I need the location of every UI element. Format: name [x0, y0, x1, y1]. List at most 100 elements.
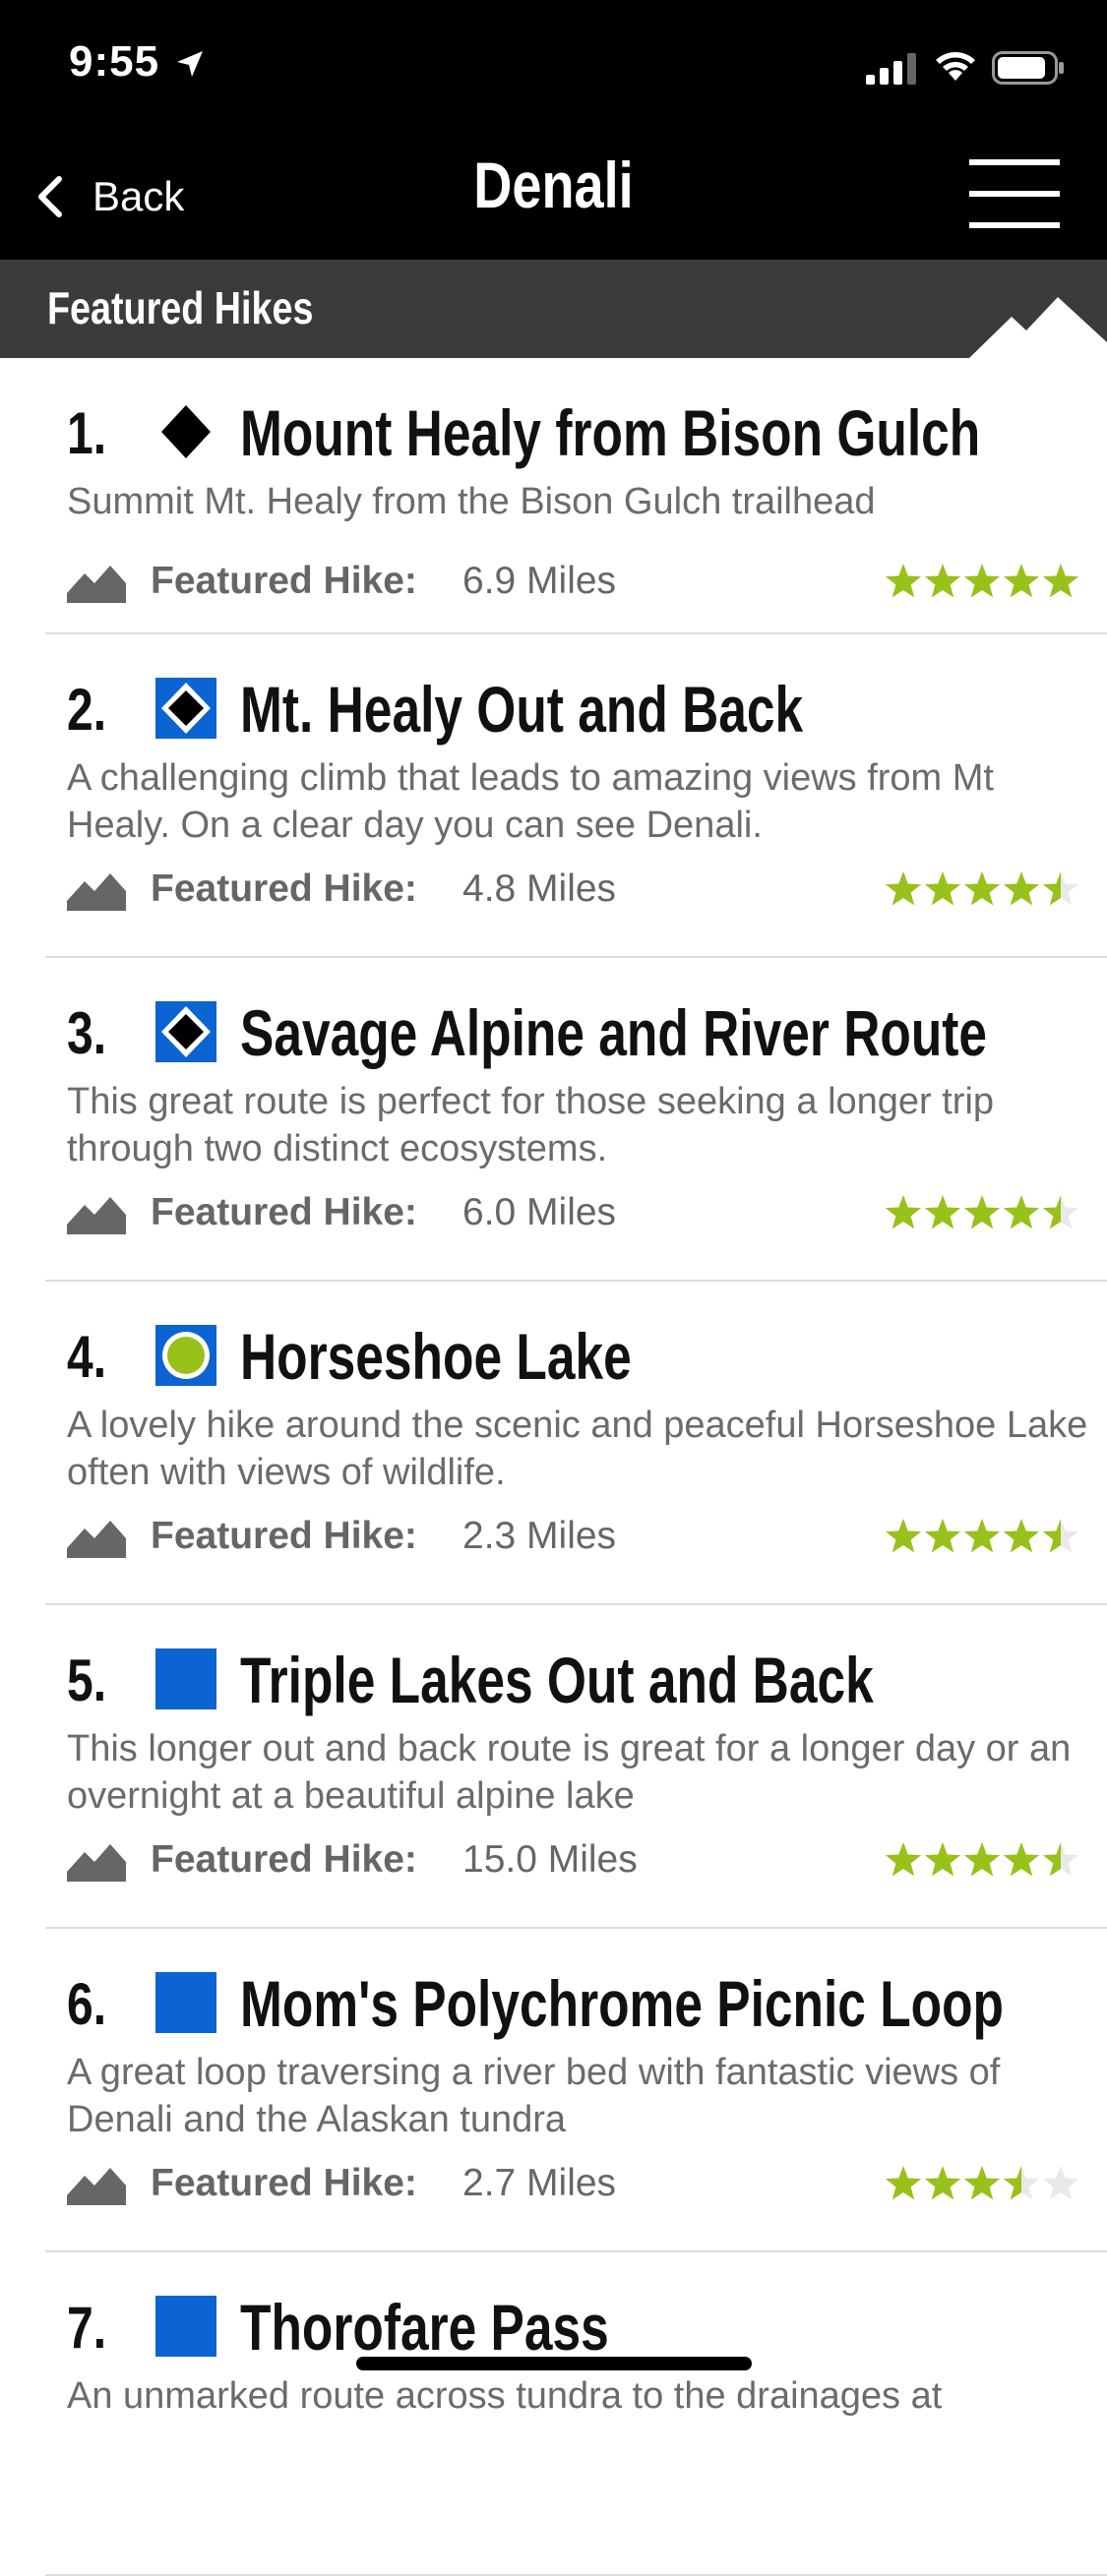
- hike-list-item[interactable]: 2. Mt. Healy Out and Back A challenging cl…: [45, 634, 1107, 958]
- hike-description: A challenging climb that leads to amazin…: [67, 757, 994, 846]
- status-bar: 9:55: [0, 0, 1107, 130]
- star-full-icon: [963, 1842, 1001, 1877]
- star-full-icon: [963, 1519, 1001, 1553]
- home-indicator[interactable]: [356, 2357, 752, 2370]
- hike-distance: 2.7 Miles: [462, 2162, 617, 2204]
- hike-list-item[interactable]: 4. Horseshoe Lake A lovely hike around the…: [45, 1282, 1107, 1605]
- hike-meta: Featured Hike: 15.0 Miles: [67, 1836, 1080, 1886]
- hike-number: 7.: [67, 2295, 107, 2361]
- status-time: 9:55: [69, 37, 160, 86]
- hike-name: Savage Alpine and River Route: [240, 996, 988, 1069]
- star-full-icon: [924, 1195, 961, 1229]
- star-rating: [885, 1195, 1079, 1229]
- mountain-decoration-icon: [969, 297, 1107, 358]
- hike-description: An unmarked route across tundra to the d…: [67, 2375, 943, 2417]
- star-rating: [885, 1842, 1079, 1877]
- hamburger-icon-line: [969, 159, 1060, 165]
- hike-description: A great loop traversing a river bed with…: [67, 2052, 1001, 2140]
- star-full-icon: [924, 871, 961, 906]
- star-rating: [885, 2166, 1079, 2200]
- hike-name: Thorofare Pass: [240, 2291, 609, 2364]
- section-header: Featured Hikes: [0, 260, 1107, 358]
- hike-distance: 2.3 Miles: [462, 1515, 617, 1557]
- hike-number: 4.: [67, 1324, 107, 1390]
- star-full-icon: [1003, 1519, 1040, 1553]
- difficulty-green-blue-icon: [155, 1325, 216, 1386]
- menu-button[interactable]: [969, 159, 1060, 228]
- hike-meta: Featured Hike: 6.0 Miles: [67, 1189, 1080, 1238]
- hike-name: Horseshoe Lake: [240, 1320, 632, 1393]
- page-title: Denali: [473, 149, 634, 221]
- hike-number: 5.: [67, 1647, 107, 1713]
- hike-number: 6.: [67, 1971, 107, 2037]
- hike-list-item[interactable]: 6. Mom's Polychrome Picnic Loop A great lo…: [45, 1929, 1107, 2252]
- difficulty-blue-icon: [155, 1648, 216, 1709]
- navigation-bar: Back Denali: [0, 130, 1107, 260]
- hike-meta: Featured Hike: 6.9 Miles: [67, 558, 1080, 607]
- star-full-icon: [924, 2166, 961, 2200]
- mountain-icon: [67, 2168, 126, 2205]
- star-full-icon: [963, 2166, 1001, 2200]
- hike-list-item[interactable]: 5. Triple Lakes Out and Back This longer o…: [45, 1605, 1107, 1929]
- star-full-icon: [1003, 564, 1040, 598]
- star-full-icon: [885, 2166, 922, 2200]
- star-full-icon: [1003, 1842, 1040, 1877]
- difficulty-blue-black-icon: [155, 1001, 216, 1062]
- star-rating: [885, 871, 1079, 906]
- hike-description: This longer out and back route is great …: [67, 1728, 1072, 1817]
- mountain-icon: [67, 1844, 126, 1882]
- battery-icon: [992, 51, 1064, 85]
- star-full-icon: [885, 564, 922, 598]
- star-full-icon: [924, 564, 961, 598]
- hike-meta: Featured Hike: 4.8 Miles: [67, 866, 1080, 915]
- featured-hike-label: Featured Hike:: [151, 868, 417, 910]
- mountain-icon: [67, 873, 126, 911]
- star-full-icon: [885, 871, 922, 906]
- mountain-icon: [67, 1197, 126, 1234]
- chevron-left-icon: [38, 176, 62, 217]
- star-full-icon: [963, 871, 1001, 906]
- hike-list-item[interactable]: 3. Savage Alpine and River Route This grea…: [45, 958, 1107, 1282]
- hike-list: 1. Mount Healy from Bison Gulch Summit Mt.…: [0, 358, 1107, 2576]
- star-rating: [885, 564, 1079, 598]
- featured-hike-label: Featured Hike:: [151, 560, 417, 602]
- hike-list-item[interactable]: 1. Mount Healy from Bison Gulch Summit Mt.…: [45, 358, 1107, 634]
- location-arrow-icon: [177, 51, 203, 77]
- star-full-icon: [885, 1842, 922, 1877]
- star-full-icon: [963, 564, 1001, 598]
- hike-distance: 4.8 Miles: [462, 868, 617, 910]
- star-full-icon: [1003, 1195, 1040, 1229]
- hike-number: 3.: [67, 1000, 107, 1066]
- wifi-icon: [936, 52, 975, 81]
- star-full-icon: [885, 1519, 922, 1553]
- star-full-icon: [924, 1519, 961, 1553]
- hike-list-item[interactable]: 7. Thorofare Pass An unmarked route across…: [45, 2252, 1107, 2576]
- featured-hike-label: Featured Hike:: [151, 2162, 417, 2204]
- star-empty-icon: [1042, 2166, 1079, 2200]
- difficulty-blue-black-icon: [155, 678, 216, 739]
- hike-name: Mom's Polychrome Picnic Loop: [240, 1967, 1005, 2040]
- hike-description: Summit Mt. Healy from the Bison Gulch tr…: [67, 481, 876, 522]
- hike-distance: 6.9 Miles: [462, 560, 617, 602]
- hamburger-icon-line: [969, 191, 1060, 197]
- star-full-icon: [924, 1842, 961, 1877]
- star-full-icon: [885, 1195, 922, 1229]
- featured-hike-label: Featured Hike:: [151, 1515, 417, 1557]
- difficulty-black-diamond-icon: [161, 405, 211, 458]
- hamburger-icon-line: [969, 222, 1060, 228]
- mountain-icon: [67, 566, 126, 603]
- featured-hike-label: Featured Hike:: [151, 1838, 417, 1881]
- hike-distance: 6.0 Miles: [462, 1191, 617, 1233]
- hike-name: Mt. Healy Out and Back: [240, 673, 804, 746]
- hike-name: Mount Healy from Bison Gulch: [240, 396, 981, 469]
- hike-distance: 15.0 Miles: [462, 1838, 638, 1881]
- hike-description: This great route is perfect for those se…: [67, 1081, 995, 1169]
- star-full-icon: [963, 1195, 1001, 1229]
- featured-hike-label: Featured Hike:: [151, 1191, 417, 1233]
- difficulty-blue-icon: [155, 2296, 216, 2357]
- hike-number: 1.: [67, 400, 107, 466]
- star-full-icon: [1042, 564, 1079, 598]
- section-title: Featured Hikes: [47, 282, 314, 333]
- difficulty-blue-icon: [155, 1972, 216, 2033]
- hike-number: 2.: [67, 677, 107, 743]
